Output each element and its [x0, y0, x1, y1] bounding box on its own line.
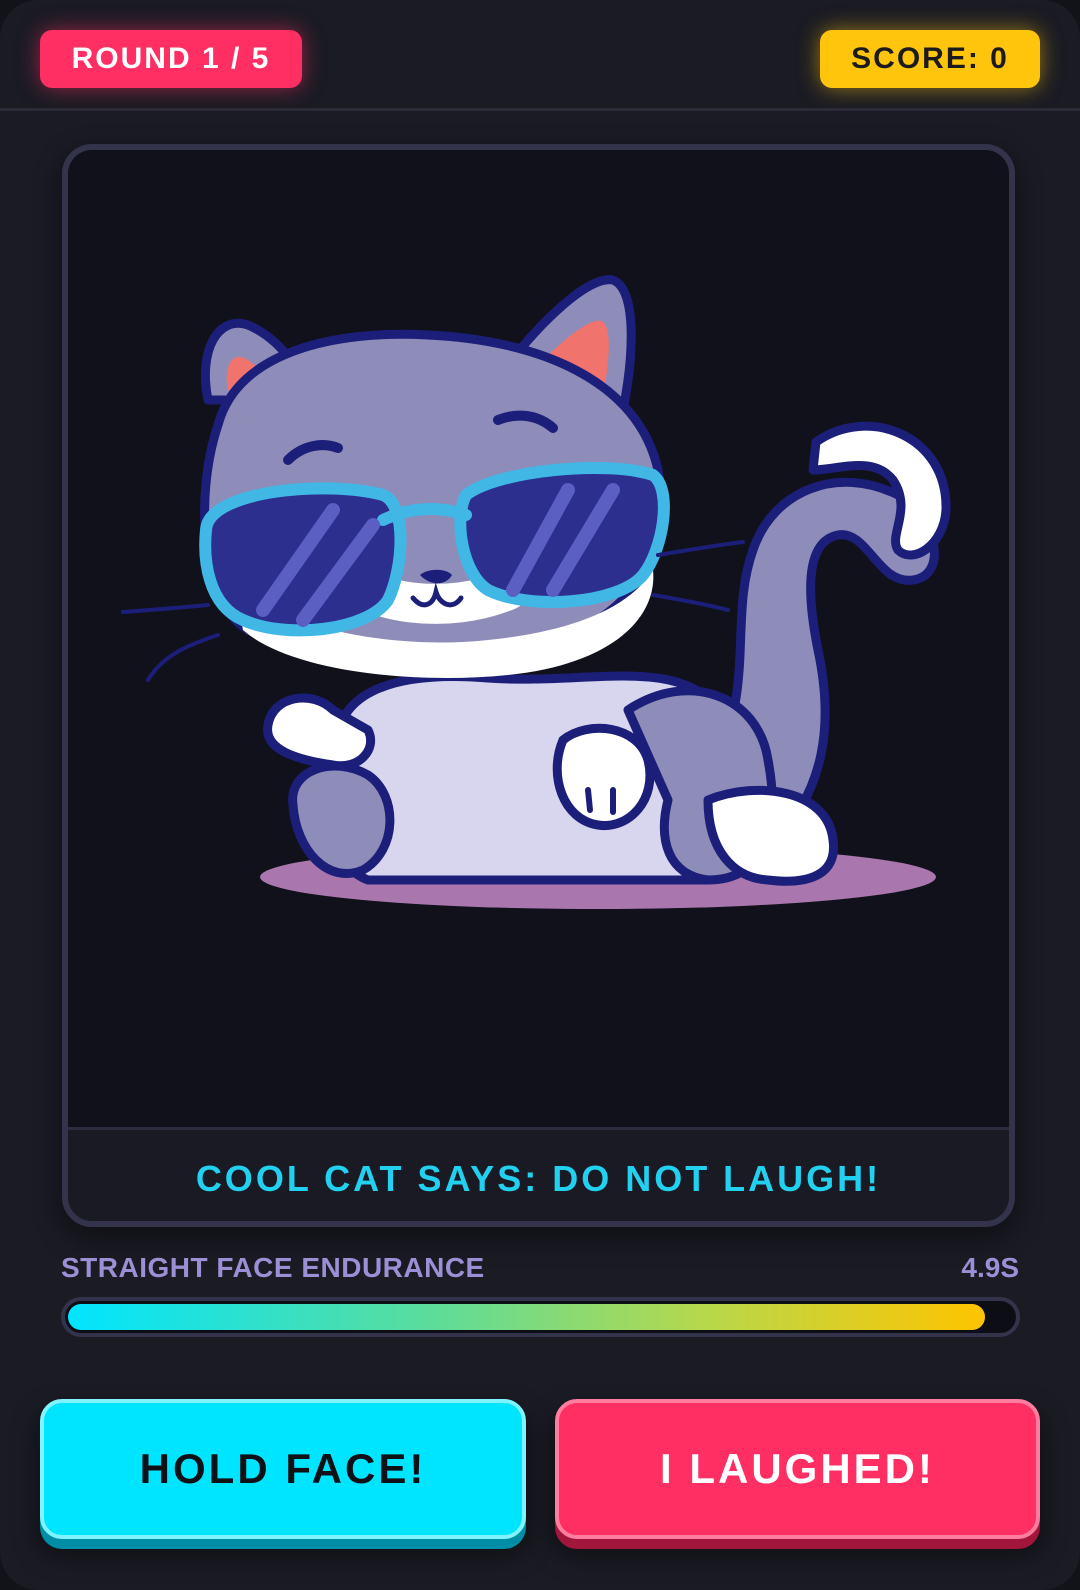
score-badge: SCORE: 0: [820, 30, 1040, 88]
game-screen: ROUND 1 / 5 SCORE: 0 COOL CAT SAYS: DO N…: [0, 0, 1080, 1590]
top-bar: ROUND 1 / 5 SCORE: 0: [0, 0, 1080, 111]
endurance-bar: [61, 1297, 1020, 1337]
i-laughed-button[interactable]: I LAUGHED!: [555, 1399, 1040, 1539]
card-caption: COOL CAT SAYS: DO NOT LAUGH!: [195, 1157, 882, 1199]
hold-face-button[interactable]: HOLD FACE!: [40, 1399, 526, 1539]
cool-cat-illustration: [121, 275, 951, 909]
endurance-label: STRAIGHT FACE ENDURANCE: [61, 1252, 485, 1283]
endurance-time: 4.9S: [961, 1252, 1019, 1283]
endurance-bar-fill: [68, 1304, 985, 1330]
round-badge: ROUND 1 / 5: [40, 30, 302, 88]
prompt-card: COOL CAT SAYS: DO NOT LAUGH!: [62, 144, 1015, 1227]
cat-image-stage: [68, 150, 1009, 1130]
